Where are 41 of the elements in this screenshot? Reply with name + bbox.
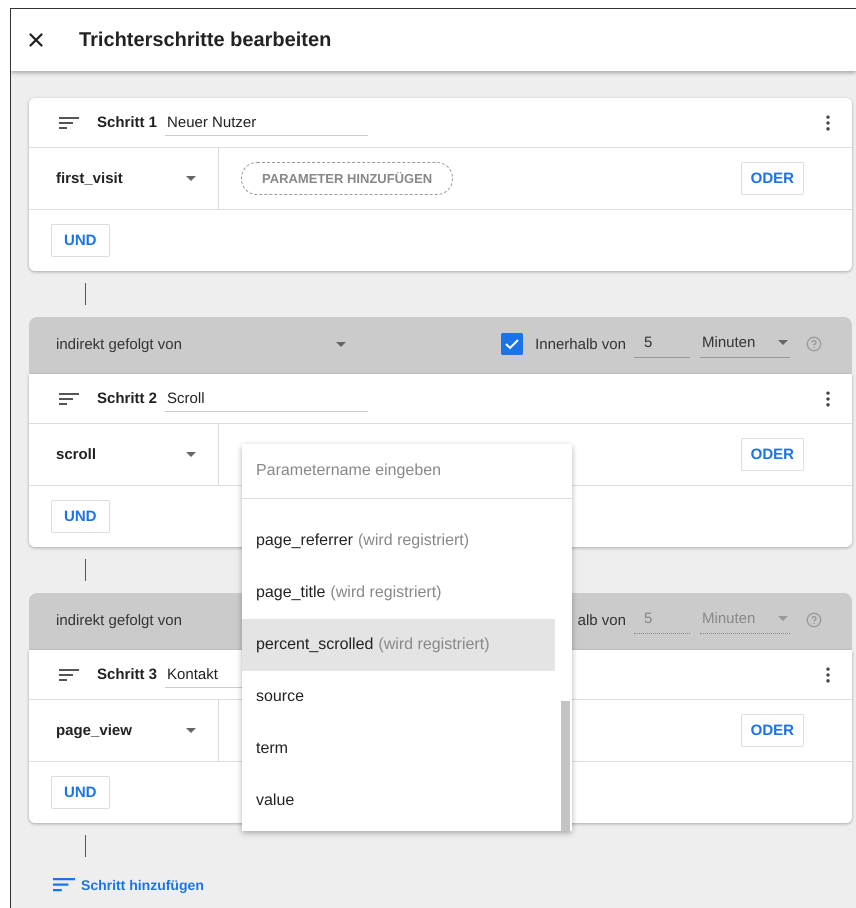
event-select[interactable]: scroll [29,424,219,485]
dialog-title: Trichterschritte bearbeiten [79,28,332,52]
time-value-field[interactable]: 5 [634,330,690,358]
step-name-field[interactable]: Scroll [165,386,368,412]
or-button[interactable]: ODER [740,438,804,471]
caret-icon [336,342,346,346]
caret-icon [778,616,788,621]
condition-type-select[interactable]: indirekt gefolgt von [56,336,336,352]
dropdown-item[interactable]: term [242,723,555,775]
step-label: Schritt 1 [97,114,158,131]
dropdown-item[interactable]: page_referrer (wird registriert) [242,515,555,567]
checkbox[interactable] [501,333,524,355]
sort-lines-icon [59,392,79,404]
dropdown-item[interactable]: page_title (wird registriert) [242,567,555,619]
time-unit-select[interactable]: Minuten [700,330,790,358]
dropdown-item[interactable]: value [242,775,555,827]
dropdown-item[interactable]: percent_scrolled (wird registriert) [242,619,555,671]
caret-icon [186,728,196,733]
and-button[interactable]: UND [51,224,110,257]
event-select[interactable]: page_view [29,700,219,761]
caret-icon [186,176,196,181]
sort-lines-icon [59,116,79,128]
sort-lines-icon [59,668,79,680]
sort-lines-icon [53,878,75,892]
within-label: Innerhalb von [535,336,626,352]
step-label: Schritt 3 [97,666,158,683]
within-label: alb von [578,612,626,628]
step-label: Schritt 2 [97,390,158,407]
scrollbar-thumb[interactable] [561,701,570,831]
event-select[interactable]: first_visit [29,148,219,209]
or-button[interactable]: ODER [740,714,804,747]
add-parameter-button[interactable]: PARAMETER HINZUFÜGEN [241,162,454,195]
step-name-field[interactable]: Neuer Nutzer [165,110,368,136]
caret-icon [778,340,788,345]
and-button[interactable]: UND [51,500,110,533]
caret-icon [186,452,196,457]
search-field[interactable]: Parametername eingeben [242,444,572,499]
add-step-link[interactable]: Schritt hinzufügen [53,877,204,893]
dropdown-item[interactable]: source [242,671,555,723]
or-button[interactable]: ODER [740,162,804,195]
and-button[interactable]: UND [51,776,110,809]
